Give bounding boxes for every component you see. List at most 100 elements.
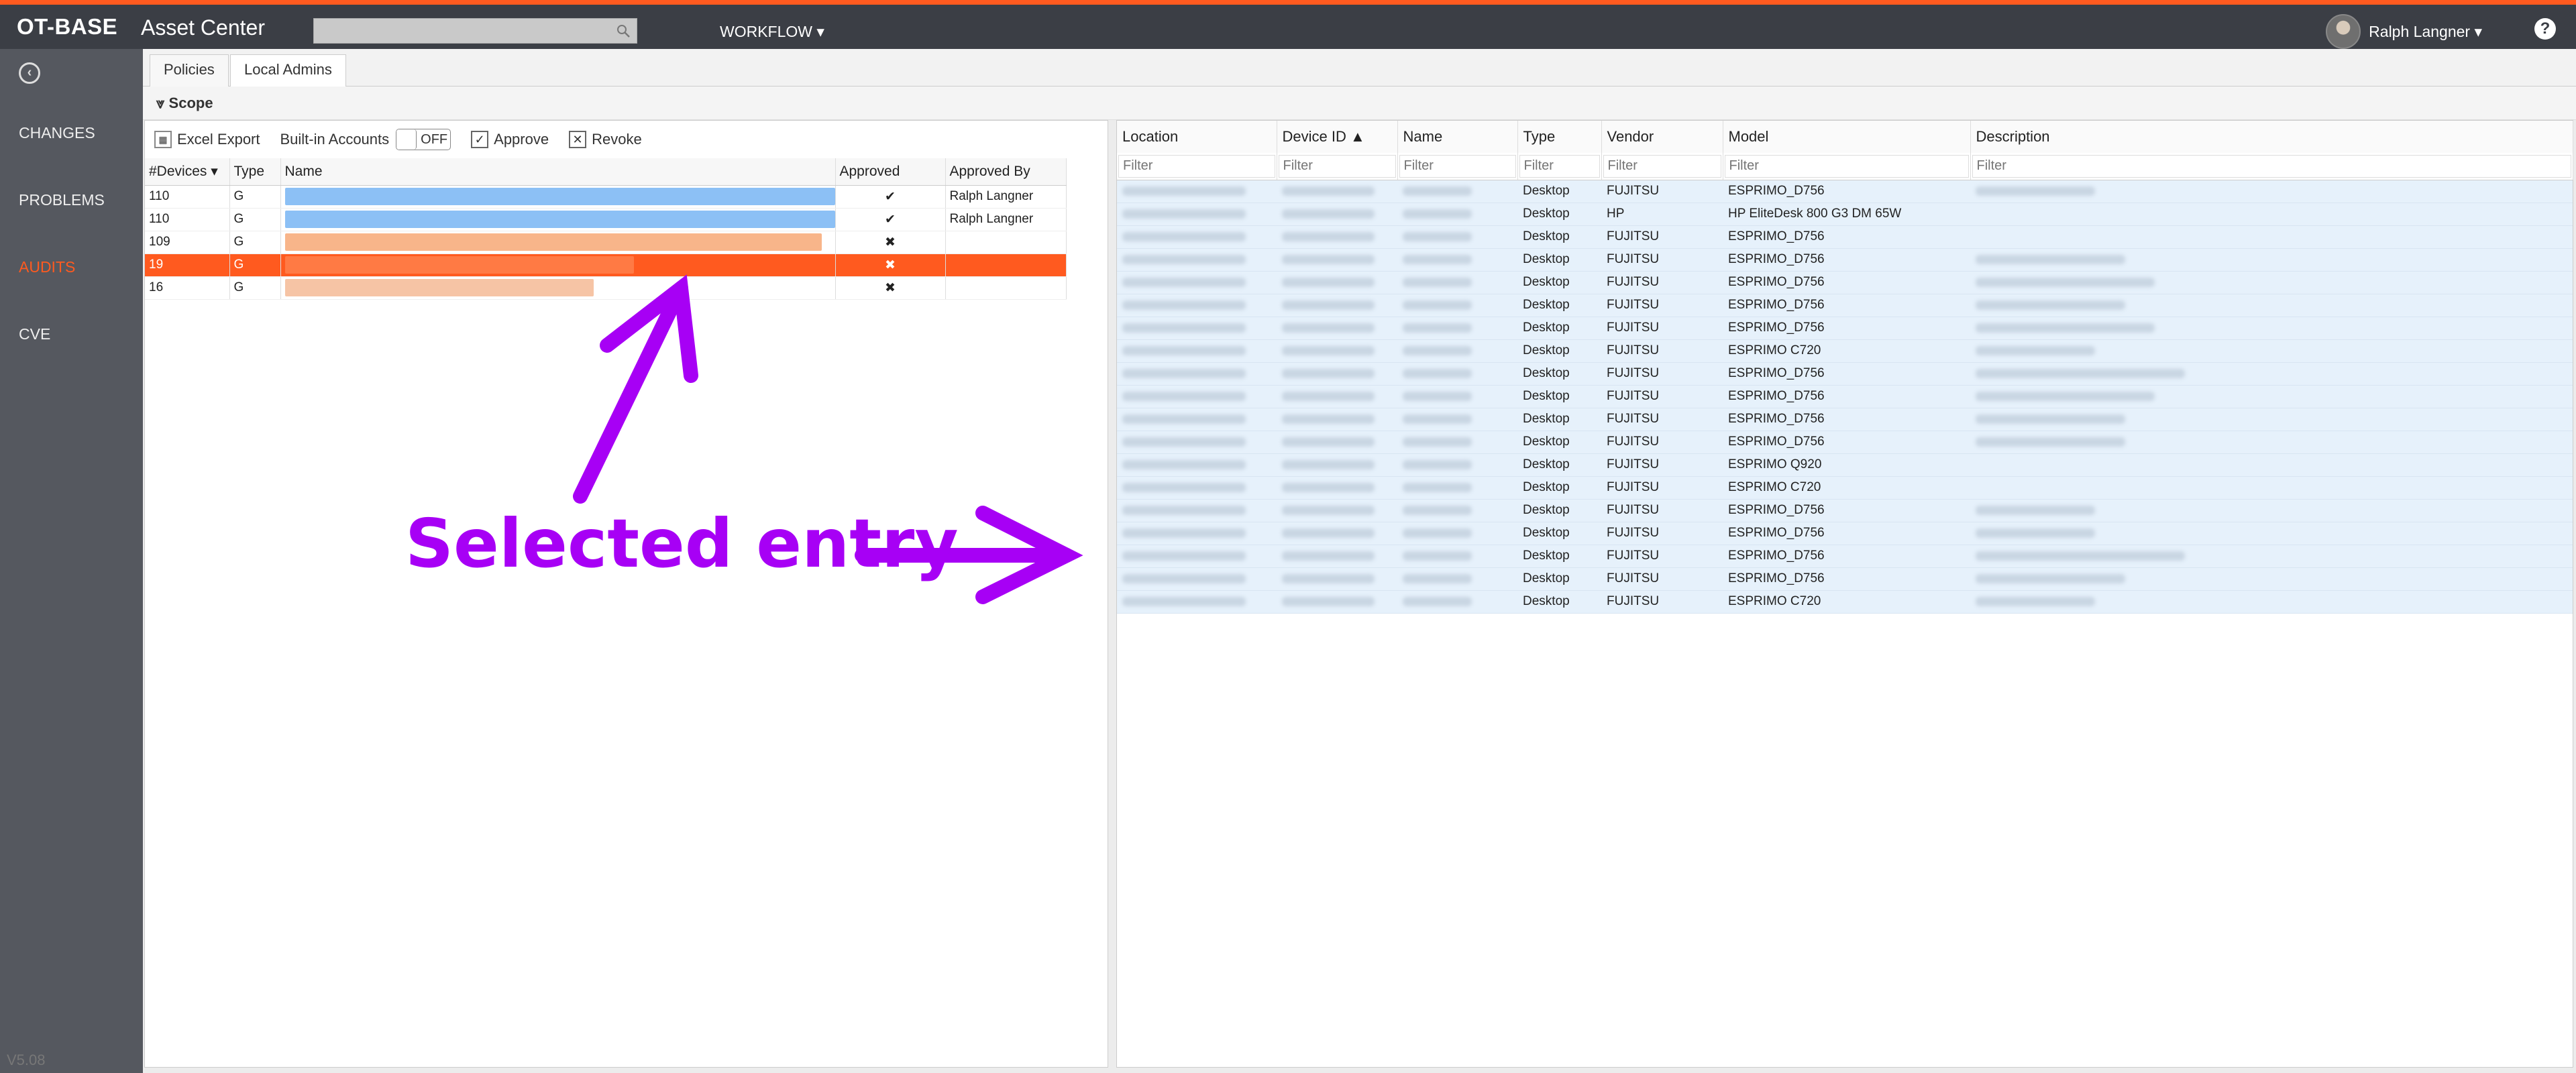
- table-row[interactable]: Desktop FUJITSU ESPRIMO C720: [1117, 590, 2573, 614]
- description-cell: [1970, 567, 2573, 591]
- table-row[interactable]: Desktop FUJITSU ESPRIMO_D756: [1117, 225, 2573, 249]
- column-header-name[interactable]: Name: [1397, 121, 1518, 153]
- approved-cell: ✔: [835, 185, 946, 209]
- table-row[interactable]: 109 G ✖: [145, 231, 1067, 254]
- sidebar-item-audits[interactable]: AUDITS: [19, 258, 75, 276]
- local-admins-table: #Devices ▾ Type Name Approved Approved B…: [145, 158, 1067, 300]
- filter-device-id[interactable]: [1278, 154, 1396, 178]
- builtin-accounts-toggle[interactable]: OFF: [396, 129, 451, 150]
- location-cell: [1117, 567, 1277, 591]
- description-cell: [1970, 453, 2573, 477]
- model-cell: ESPRIMO_D756: [1723, 385, 1970, 408]
- filter-description[interactable]: [1972, 154, 2571, 178]
- user-name[interactable]: Ralph Langner ▾: [2369, 23, 2482, 41]
- table-row[interactable]: Desktop FUJITSU ESPRIMO_D756: [1117, 431, 2573, 454]
- scope-bar[interactable]: ⩔ Scope: [143, 87, 2576, 120]
- device-id-cell: [1277, 567, 1397, 591]
- checkbox-check-icon: ✓: [471, 131, 489, 148]
- name-cell: [1397, 180, 1517, 203]
- table-row[interactable]: 110 G ✔ Ralph Langner: [145, 185, 1067, 209]
- table-row[interactable]: 110 G ✔ Ralph Langner: [145, 208, 1067, 231]
- table-row[interactable]: Desktop FUJITSU ESPRIMO_D756: [1117, 317, 2573, 340]
- vendor-cell: FUJITSU: [1601, 180, 1723, 203]
- redacted-text: [1403, 528, 1472, 538]
- brand-logo[interactable]: OT-BASE: [17, 14, 117, 40]
- table-row[interactable]: Desktop FUJITSU ESPRIMO_D756: [1117, 248, 2573, 272]
- name-cell: [1397, 203, 1517, 226]
- search-input[interactable]: [313, 18, 637, 44]
- name-cell: [1397, 362, 1517, 386]
- description-cell: [1970, 294, 2573, 317]
- column-header-approved[interactable]: Approved: [835, 158, 946, 186]
- table-row[interactable]: Desktop FUJITSU ESPRIMO_D756: [1117, 499, 2573, 522]
- device-id-cell: [1277, 408, 1397, 431]
- table-row[interactable]: Desktop FUJITSU ESPRIMO C720: [1117, 339, 2573, 363]
- user-menu[interactable]: Ralph Langner ▾: [2326, 14, 2482, 49]
- table-row[interactable]: Desktop FUJITSU ESPRIMO_D756: [1117, 362, 2573, 386]
- description-cell: [1970, 339, 2573, 363]
- redacted-text: [1282, 368, 1375, 378]
- table-row[interactable]: Desktop FUJITSU ESPRIMO_D756: [1117, 294, 2573, 317]
- redacted-text: [1282, 254, 1375, 264]
- redacted-text: [1122, 573, 1246, 583]
- filter-model[interactable]: [1724, 154, 1969, 178]
- tab-policies[interactable]: Policies: [150, 54, 229, 87]
- description-cell: [1970, 590, 2573, 614]
- sidebar-item-cve[interactable]: CVE: [19, 325, 50, 343]
- devices-cell: 19: [145, 253, 230, 277]
- sidebar-item-problems[interactable]: PROBLEMS: [19, 191, 105, 209]
- name-cell: [1397, 385, 1517, 408]
- scope-toggle[interactable]: ⩔ Scope: [156, 95, 213, 112]
- location-cell: [1117, 248, 1277, 272]
- vendor-cell: FUJITSU: [1601, 317, 1723, 340]
- revoke-button[interactable]: ✕ Revoke: [569, 131, 642, 148]
- approve-button[interactable]: ✓ Approve: [471, 131, 549, 148]
- column-header-model[interactable]: Model: [1723, 121, 1971, 153]
- redacted-name: [284, 256, 634, 274]
- search-icon[interactable]: [615, 23, 631, 39]
- workflow-menu[interactable]: WORKFLOW ▾: [720, 23, 824, 41]
- table-row[interactable]: Desktop FUJITSU ESPRIMO C720: [1117, 476, 2573, 500]
- location-cell: [1117, 203, 1277, 226]
- column-header-approved-by[interactable]: Approved By: [945, 158, 1067, 186]
- filter-type[interactable]: [1519, 154, 1600, 178]
- column-header-type[interactable]: Type: [229, 158, 281, 186]
- excel-export-button[interactable]: ▦ Excel Export: [154, 131, 260, 148]
- tab-local-admins[interactable]: Local Admins: [230, 54, 346, 87]
- table-row[interactable]: Desktop FUJITSU ESPRIMO_D756: [1117, 522, 2573, 545]
- filter-location[interactable]: [1118, 154, 1275, 178]
- table-row[interactable]: Desktop FUJITSU ESPRIMO_D756: [1117, 180, 2573, 203]
- column-header-vendor[interactable]: Vendor: [1601, 121, 1723, 153]
- help-icon[interactable]: ?: [2534, 18, 2556, 40]
- column-header-description[interactable]: Description: [1970, 121, 2573, 153]
- table-row[interactable]: Desktop FUJITSU ESPRIMO Q920: [1117, 453, 2573, 477]
- table-row[interactable]: Desktop FUJITSU ESPRIMO_D756: [1117, 545, 2573, 568]
- column-header-devices[interactable]: #Devices ▾: [145, 158, 230, 186]
- column-header-location[interactable]: Location: [1117, 121, 1277, 153]
- redacted-text: [1976, 528, 2095, 538]
- column-header-name[interactable]: Name: [280, 158, 836, 186]
- avatar[interactable]: [2326, 14, 2361, 49]
- name-cell: [1397, 408, 1517, 431]
- model-cell: ESPRIMO_D756: [1723, 499, 1970, 522]
- redacted-text: [1976, 596, 2095, 606]
- description-cell: [1970, 317, 2573, 340]
- sidebar-item-changes[interactable]: CHANGES: [19, 124, 95, 142]
- redacted-text: [1403, 254, 1472, 264]
- table-row[interactable]: Desktop FUJITSU ESPRIMO_D756: [1117, 271, 2573, 294]
- devices-panel: Location Device ID ▲ Name Type Vendor Mo…: [1116, 120, 2573, 1068]
- table-row[interactable]: 19 G ✖: [145, 253, 1067, 277]
- redacted-text: [1122, 186, 1246, 196]
- column-header-device-id[interactable]: Device ID ▲: [1277, 121, 1398, 153]
- table-row[interactable]: Desktop FUJITSU ESPRIMO_D756: [1117, 385, 2573, 408]
- column-header-type[interactable]: Type: [1517, 121, 1602, 153]
- name-cell: [1397, 339, 1517, 363]
- table-row[interactable]: Desktop HP HP EliteDesk 800 G3 DM 65W: [1117, 203, 2573, 226]
- table-row[interactable]: Desktop FUJITSU ESPRIMO_D756: [1117, 408, 2573, 431]
- back-icon[interactable]: ‹: [19, 62, 40, 84]
- filter-vendor[interactable]: [1603, 154, 1721, 178]
- filter-name[interactable]: [1399, 154, 1516, 178]
- table-row[interactable]: Desktop FUJITSU ESPRIMO_D756: [1117, 567, 2573, 591]
- redacted-text: [1976, 551, 2185, 561]
- table-row[interactable]: 16 G ✖: [145, 276, 1067, 300]
